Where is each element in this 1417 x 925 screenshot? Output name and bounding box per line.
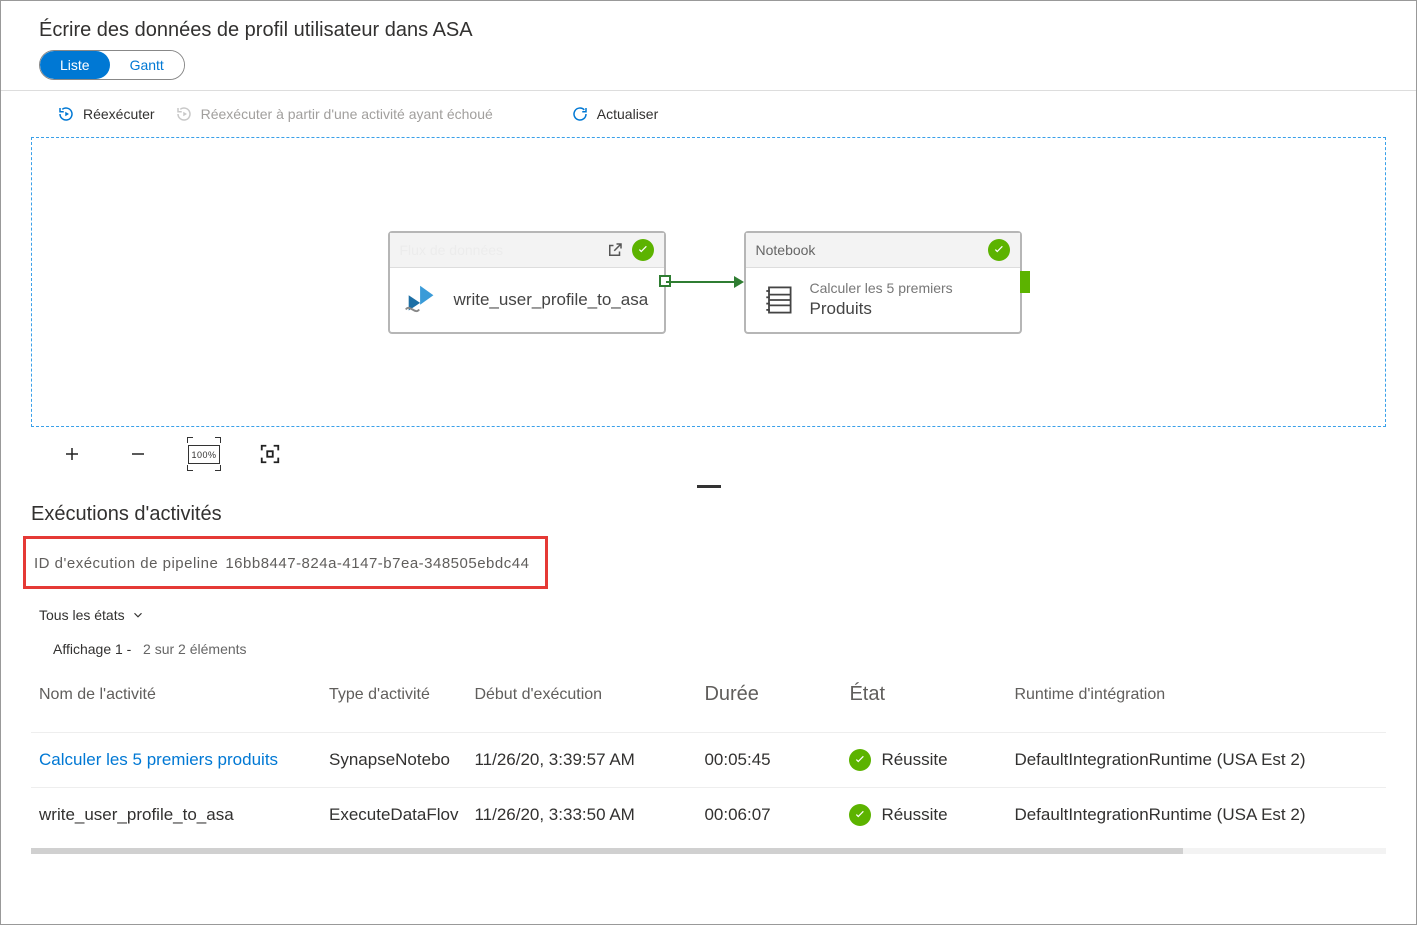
refresh-button[interactable]: Actualiser: [565, 101, 664, 127]
zoom-in-button[interactable]: [59, 441, 85, 467]
cell-status: Réussite: [841, 733, 1006, 788]
refresh-icon: [571, 105, 589, 123]
success-icon: [632, 239, 654, 261]
col-duration[interactable]: Durée: [696, 669, 841, 733]
cell-status: Réussite: [841, 788, 1006, 843]
pipeline-run-id-box: ID d'exécution de pipeline 16bb8447-824a…: [23, 536, 548, 589]
node-notebook-line2: Produits: [810, 298, 953, 319]
rerun-label: Réexécuter: [83, 106, 155, 122]
cell-run-start: 11/26/20, 3:39:57 AM: [466, 733, 696, 788]
node-dataflow[interactable]: Flux de données write_user_profile_to_as…: [388, 231, 666, 334]
cell-activity-name[interactable]: Calculer les 5 premiers produits: [31, 733, 321, 788]
node-notebook[interactable]: Notebook Calculer les 5 premiers Produit…: [744, 231, 1022, 334]
cell-integration-runtime: DefaultIntegrationRuntime (USA Est 2): [1006, 733, 1386, 788]
table-row: Calculer les 5 premiers produits Synapse…: [31, 733, 1386, 788]
refresh-label: Actualiser: [597, 106, 658, 122]
col-run-start[interactable]: Début d'exécution: [466, 669, 696, 733]
col-activity-name[interactable]: Nom de l'activité: [31, 669, 321, 733]
node-notebook-type: Notebook: [756, 242, 816, 258]
display-count: Affichage 1 - 2 sur 2 éléments: [1, 631, 1416, 669]
zoom-controls: 100%: [1, 441, 1416, 467]
rerun-failed-icon: [175, 105, 193, 123]
col-status[interactable]: État: [841, 669, 1006, 733]
zoom-fit-button[interactable]: [257, 441, 283, 467]
table-row: write_user_profile_to_asa ExecuteDataFlo…: [31, 788, 1386, 843]
rerun-icon: [57, 105, 75, 123]
zoom-reset-button[interactable]: 100%: [191, 441, 217, 467]
cell-activity-type: SynapseNotebo: [321, 733, 466, 788]
action-bar: Réexécuter Réexécuter à partir d'une act…: [1, 91, 1416, 137]
cell-activity-name: write_user_profile_to_asa: [31, 788, 321, 843]
view-toggle-gantt[interactable]: Gantt: [110, 51, 184, 79]
activity-runs-table: Nom de l'activité Type d'activité Début …: [31, 669, 1386, 842]
cell-integration-runtime: DefaultIntegrationRuntime (USA Est 2): [1006, 788, 1386, 843]
col-activity-type[interactable]: Type d'activité: [321, 669, 466, 733]
view-toggle-list[interactable]: Liste: [40, 51, 110, 79]
cell-run-start: 11/26/20, 3:33:50 AM: [466, 788, 696, 843]
success-icon: [849, 749, 871, 771]
cell-activity-type: ExecuteDataFlov: [321, 788, 466, 843]
cell-duration: 00:06:07: [696, 788, 841, 843]
status-filter-label: Tous les états: [39, 607, 125, 623]
zoom-out-button[interactable]: [125, 441, 151, 467]
success-icon: [988, 239, 1010, 261]
pipeline-run-id-label: ID d'exécution de pipeline: [34, 555, 218, 572]
page-title: Écrire des données de profil utilisateur…: [1, 1, 1416, 50]
rerun-failed-button: Réexécuter à partir d'une activité ayant…: [169, 101, 499, 127]
node-end-handle[interactable]: [1020, 271, 1030, 293]
pipeline-canvas[interactable]: Flux de données write_user_profile_to_as…: [31, 137, 1386, 427]
chevron-down-icon: [131, 608, 145, 622]
rerun-button[interactable]: Réexécuter: [51, 101, 161, 127]
open-external-icon[interactable]: [606, 241, 624, 259]
node-dataflow-title: write_user_profile_to_asa: [454, 289, 649, 310]
zoom-pct-label: 100%: [188, 445, 219, 464]
panel-resizer[interactable]: [1, 481, 1416, 491]
cell-duration: 00:05:45: [696, 733, 841, 788]
col-integration-runtime[interactable]: Runtime d'intégration: [1006, 669, 1386, 733]
pipeline-run-id-value: 16bb8447-824a-4147-b7ea-348505ebdc44: [225, 555, 529, 572]
view-toggle: Liste Gantt: [39, 50, 185, 80]
horizontal-scrollbar[interactable]: [31, 848, 1386, 854]
node-dataflow-type: Flux de données: [400, 242, 504, 258]
rerun-failed-label: Réexécuter à partir d'une activité ayant…: [201, 106, 493, 122]
success-icon: [849, 804, 871, 826]
notebook-icon: [758, 280, 798, 320]
dataflow-icon: [402, 280, 442, 320]
activity-section-title: Exécutions d'activités: [1, 495, 1416, 534]
status-filter[interactable]: Tous les états: [1, 595, 1416, 631]
node-notebook-line1: Calculer les 5 premiers: [810, 280, 953, 298]
